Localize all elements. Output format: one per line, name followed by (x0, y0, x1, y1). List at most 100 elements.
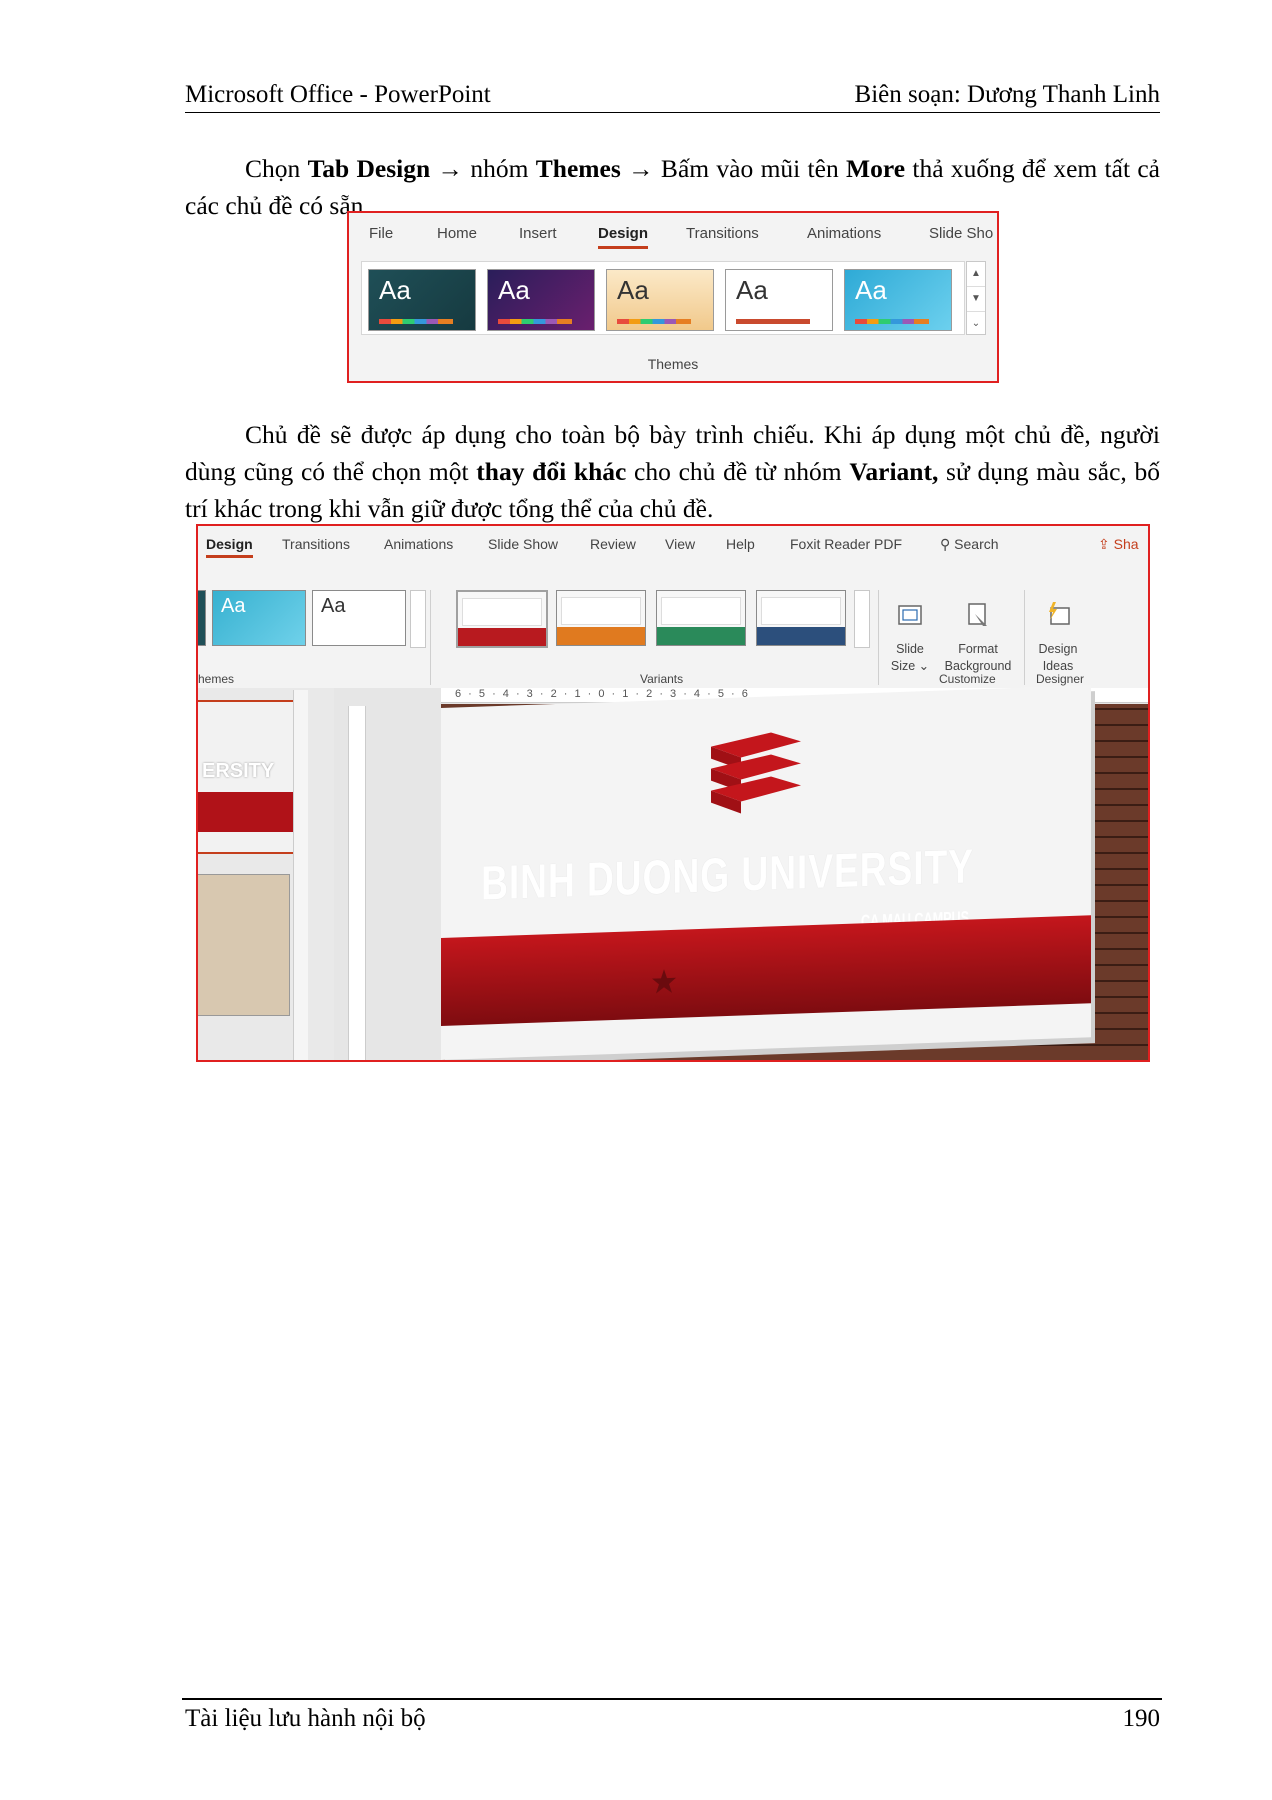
variant-band (661, 597, 741, 625)
color-bar (855, 319, 929, 324)
slide-canvas[interactable]: BINH DUONG UNIVERSITY CA MAU CAMPUS (441, 685, 1091, 1060)
variant-thumb[interactable] (756, 590, 846, 646)
color-bar (736, 319, 810, 324)
tab-review[interactable]: Review (590, 536, 636, 552)
scroll-up-button[interactable]: ▲ (967, 262, 985, 287)
theme-aa-label: Aa (617, 275, 649, 305)
para2-bold-variant: Variant, (849, 457, 939, 486)
theme-thumb[interactable]: Aa (487, 269, 595, 331)
theme-aa-label: Aa (855, 275, 887, 305)
tab-slide-show[interactable]: Slide Sho (929, 225, 993, 242)
theme-thumb[interactable]: Aa (844, 269, 952, 331)
format-background-icon (968, 603, 987, 626)
variant-bottom (557, 627, 645, 645)
slide-thumb-1[interactable]: ERSITY (198, 700, 302, 854)
search-box[interactable]: ⚲ Search (940, 536, 999, 553)
group-separator (430, 590, 431, 685)
para2-text: cho chủ đề từ nhóm (626, 457, 850, 486)
editor-area: ERSITY 6 · 5 · 4 · 3 · 2 · 1 · 0 · 1 · 2… (198, 685, 1148, 1060)
color-bar (617, 319, 691, 324)
theme-aa-label: Aa (498, 275, 530, 305)
thumbs-scrollbar[interactable] (293, 690, 308, 1060)
variant-bottom (657, 627, 745, 645)
footer-left: Tài liệu lưu hành nội bộ (185, 1705, 426, 1732)
ribbon: Aa Aa hemes Variants Slide Size ⌄ Format… (198, 560, 1148, 689)
group-separator (878, 590, 879, 685)
variant-thumb[interactable] (456, 590, 548, 648)
variant-thumb[interactable] (656, 590, 746, 646)
themes-scrollbar[interactable] (410, 590, 426, 648)
group-label-designer: Designer (1036, 672, 1085, 686)
slide-size-label-2: Size ⌄ (890, 659, 930, 673)
variant-band (761, 597, 841, 625)
theme-thumb[interactable]: Aa (212, 590, 306, 646)
group-label-themes: Themes (647, 356, 699, 372)
tab-file[interactable]: File (369, 225, 393, 242)
tab-transitions[interactable]: Transitions (686, 225, 759, 242)
header-left: Microsoft Office - PowerPoint (185, 81, 491, 108)
variant-band (462, 598, 542, 626)
vertical-ruler (348, 706, 366, 1060)
thumb-title: ERSITY (202, 760, 275, 782)
theme-aa-label: Aa (221, 595, 246, 617)
slide-thumbnails-pane[interactable]: ERSITY (198, 688, 334, 1060)
para2-bold-variant-change: thay đổi khác (476, 457, 627, 486)
slide-size-label-1: Slide (896, 642, 924, 656)
page-header: Microsoft Office - PowerPoint Biên soạn:… (185, 80, 1160, 112)
theme-thumb[interactable]: Aa (606, 269, 714, 331)
group-label-themes: hemes (198, 672, 235, 686)
format-background-button[interactable]: Format Background (940, 600, 1016, 675)
more-button[interactable]: ⌄ (967, 312, 985, 336)
para1-text: → Bấm vào mũi tên (620, 154, 847, 183)
variants-scrollbar[interactable] (854, 590, 870, 648)
themes-gallery: Aa Aa Aa Aa Aa (361, 261, 965, 335)
group-label-customize: Customize (939, 672, 996, 686)
color-bar (498, 319, 572, 324)
star-icon (652, 969, 676, 994)
design-ideas-icon (1049, 602, 1070, 625)
slide-size-button[interactable]: Slide Size ⌄ (888, 600, 932, 675)
tab-slide-show[interactable]: Slide Show (488, 536, 558, 552)
tab-help[interactable]: Help (726, 536, 755, 552)
books-logo-icon (711, 732, 801, 814)
tab-design[interactable]: Design (206, 536, 253, 558)
design-ideas-button[interactable]: Design Ideas (1032, 600, 1084, 675)
variant-band (561, 597, 641, 625)
format-bg-label-1: Format (958, 642, 998, 656)
group-separator (1024, 590, 1025, 685)
theme-aa-label: Aa (321, 595, 346, 617)
share-icon: ⇪ (1098, 536, 1110, 552)
slide-thumb-2[interactable] (198, 874, 290, 1016)
color-bar (379, 319, 453, 324)
tab-insert[interactable]: Insert (519, 225, 557, 242)
slide-size-icon (898, 605, 922, 625)
para1-bold-tab: Tab Design (307, 154, 431, 183)
variant-bottom (757, 627, 845, 645)
header-right: Biên soạn: Dương Thanh Linh (854, 81, 1160, 108)
theme-thumb[interactable]: Aa (368, 269, 476, 331)
tab-foxit[interactable]: Foxit Reader PDF (790, 536, 902, 552)
tab-view[interactable]: View (665, 536, 695, 552)
scroll-down-button[interactable]: ▼ (967, 287, 985, 312)
page-footer: Tài liệu lưu hành nội bộ 190 (185, 1704, 1160, 1736)
para1-bold-more: More (846, 154, 906, 183)
tab-home[interactable]: Home (437, 225, 477, 242)
share-button[interactable]: ⇪ Sha (1098, 536, 1139, 553)
search-icon: ⚲ (940, 536, 951, 552)
design-ideas-label-1: Design (1038, 642, 1078, 656)
tab-design[interactable]: Design (598, 225, 649, 249)
theme-thumb[interactable]: Aa (312, 590, 406, 646)
theme-thumb[interactable] (198, 590, 206, 646)
tab-animations[interactable]: Animations (384, 536, 453, 552)
variant-thumb[interactable] (556, 590, 646, 646)
paragraph-2: Chủ đề sẽ được áp dụng cho toàn bộ bày t… (185, 416, 1160, 527)
variants-screenshot: Design Transitions Animations Slide Show… (196, 524, 1150, 1062)
theme-thumb[interactable]: Aa (725, 269, 833, 331)
theme-aa-label: Aa (736, 275, 768, 305)
thumb-red-band (198, 792, 300, 832)
tab-transitions[interactable]: Transitions (282, 536, 350, 552)
page-number: 190 (1122, 1705, 1161, 1732)
share-label: Sha (1113, 536, 1139, 552)
tab-animations[interactable]: Animations (807, 225, 881, 242)
theme-aa-label: Aa (379, 275, 411, 305)
